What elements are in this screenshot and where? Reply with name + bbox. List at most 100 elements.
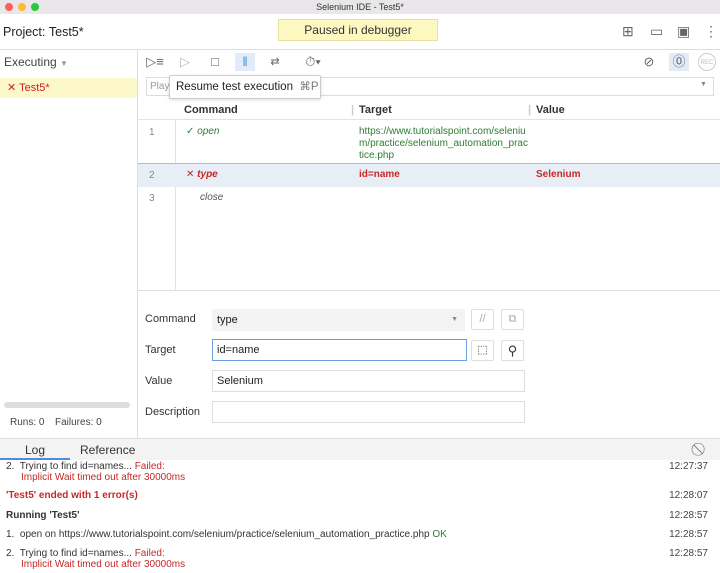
row-target: https://www.tutorialspoint.com/selenium/… (359, 126, 528, 161)
description-input[interactable] (212, 401, 525, 423)
save-icon[interactable]: ▣ (677, 23, 690, 40)
test-item[interactable]: ✕ Test5* (0, 78, 137, 98)
log-text: Running 'Test5' (6, 510, 80, 521)
log-time: 12:28:57 (669, 510, 708, 521)
row-number: 1 (149, 127, 155, 138)
log-num: 2. (6, 461, 15, 472)
log-status: OK (432, 529, 447, 540)
project-name[interactable]: Project: Test5* (3, 25, 84, 39)
more-icon[interactable]: ⋮ (704, 23, 718, 40)
test-name: Test5* (19, 82, 50, 94)
row-number: 3 (149, 193, 155, 204)
column-divider: | (528, 104, 532, 116)
executing-dropdown[interactable]: Executing ▼ (4, 55, 68, 69)
find-target-button[interactable]: ⚲ (501, 340, 524, 361)
log-entry: Running 'Test5' 12:28:57 (6, 510, 714, 521)
header: Project: Test5* Paused in debugger ⊞ ▭ ▣… (0, 14, 720, 50)
window-title: Selenium IDE - Test5* (316, 2, 404, 12)
log-detail: Implicit Wait timed out after 30000ms (21, 559, 186, 570)
row-number: 2 (149, 170, 155, 181)
row-value: Selenium (536, 169, 581, 180)
column-divider: | (351, 104, 355, 116)
stop-icon[interactable]: □ (206, 53, 224, 71)
status-banner: Paused in debugger (278, 19, 438, 41)
description-label: Description (145, 406, 201, 418)
log-text: 'Test5' ended with 1 error(s) (6, 490, 138, 501)
select-target-button[interactable]: ⬚ (471, 340, 494, 361)
close-window-button[interactable] (5, 3, 13, 11)
command-text: type (197, 169, 218, 180)
chevron-down-icon: ▼ (60, 59, 68, 68)
table-row[interactable]: 3 close (138, 187, 720, 209)
command-select[interactable]: type ▼ (212, 309, 465, 331)
title-bar: Selenium IDE - Test5* (0, 0, 720, 14)
row-command: ✕ type (186, 169, 218, 180)
pause-on-exceptions-icon[interactable]: ⓪ (669, 53, 689, 71)
log-text: open on https://www.tutorialspoint.com/s… (19, 529, 430, 540)
project-label: Project: (3, 25, 46, 39)
toolbar: ▷≡ ▷ □ ‖ ⇄ ⏱▾ ⊘ ⓪ REC (138, 50, 720, 74)
log-time: 12:28:57 (669, 548, 708, 559)
command-label: Command (145, 313, 196, 325)
target-input[interactable]: id=name (212, 339, 467, 361)
row-command: ✓ open (186, 126, 219, 137)
check-icon: ✓ (186, 126, 195, 137)
failed-icon: ✕ (7, 82, 17, 94)
row-command: close (200, 192, 224, 203)
run-all-icon[interactable]: ▷≡ (146, 53, 164, 71)
command-value: type (217, 314, 238, 326)
new-project-icon[interactable]: ⊞ (622, 23, 634, 40)
failures-count: Failures: 0 (55, 417, 102, 428)
tab-reference[interactable]: Reference (80, 439, 135, 461)
log-status: Failed: (134, 548, 165, 559)
open-folder-icon[interactable]: ▭ (650, 23, 663, 40)
runs-count: Runs: 0 (10, 417, 45, 428)
log-entry: 1. open on https://www.tutorialspoint.co… (6, 529, 714, 540)
run-icon[interactable]: ▷ (176, 53, 194, 71)
table-row[interactable]: 1 ✓ open https://www.tutorialspoint.com/… (138, 120, 720, 164)
project-title: Test5* (48, 25, 84, 39)
sidebar: Executing ▼ ✕ Test5* Runs: 0 Failures: 0 (0, 50, 138, 438)
value-label: Value (145, 375, 173, 387)
scrollbar[interactable] (4, 402, 130, 408)
chevron-down-icon[interactable]: ▼ (700, 81, 707, 88)
chevron-down-icon: ▼ (451, 316, 458, 323)
column-command: Command (184, 104, 238, 116)
log-tabs: Log Reference ⃠ (0, 438, 720, 460)
comment-button[interactable]: // (471, 309, 494, 330)
log-time: 12:28:57 (669, 529, 708, 540)
record-icon[interactable]: REC (698, 53, 716, 71)
table-row[interactable]: 2 ✕ type id=name Selenium (138, 164, 720, 187)
maximize-window-button[interactable] (31, 3, 39, 11)
log-num: 1. (6, 529, 15, 540)
log-time: 12:27:37 (669, 461, 708, 472)
disable-breakpoints-icon[interactable]: ⊘ (640, 53, 658, 71)
speed-icon[interactable]: ⏱▾ (301, 53, 325, 71)
command-text: open (197, 126, 220, 137)
column-target: Target (359, 104, 392, 116)
row-target: id=name (359, 169, 400, 180)
column-value: Value (536, 104, 565, 116)
log-time: 12:28:07 (669, 490, 708, 501)
log-entry: 2. Trying to find id=names... Failed: Im… (6, 548, 714, 570)
log-panel: 2. Trying to find id=names... Failed: Im… (0, 460, 720, 573)
pause-icon[interactable]: ‖ (235, 53, 255, 71)
log-entry: 'Test5' ended with 1 error(s) 12:28:07 (6, 490, 714, 501)
tooltip-text: Resume test execution (176, 81, 293, 93)
log-entry: 2. Trying to find id=names... Failed: Im… (6, 461, 714, 483)
command-editor: Command type ▼ // ⧉ Target id=name ⬚ ⚲ Va… (138, 290, 720, 438)
tooltip: Resume test execution ⌘P (169, 75, 321, 99)
value-input[interactable]: Selenium (212, 370, 525, 392)
step-over-icon[interactable]: ⇄ (266, 53, 284, 71)
log-status: Failed: (134, 461, 165, 472)
table-header: Command | Target | Value (138, 100, 720, 120)
error-icon: ✕ (186, 169, 195, 180)
minimize-window-button[interactable] (18, 3, 26, 11)
open-docs-button[interactable]: ⧉ (501, 309, 524, 330)
log-num: 2. (6, 548, 15, 559)
tab-log[interactable]: Log (0, 439, 70, 460)
tooltip-shortcut: ⌘P (299, 81, 319, 93)
dropdown-label: Executing (4, 55, 57, 69)
target-label: Target (145, 344, 176, 356)
log-text: Trying to find id=names... (19, 548, 132, 559)
